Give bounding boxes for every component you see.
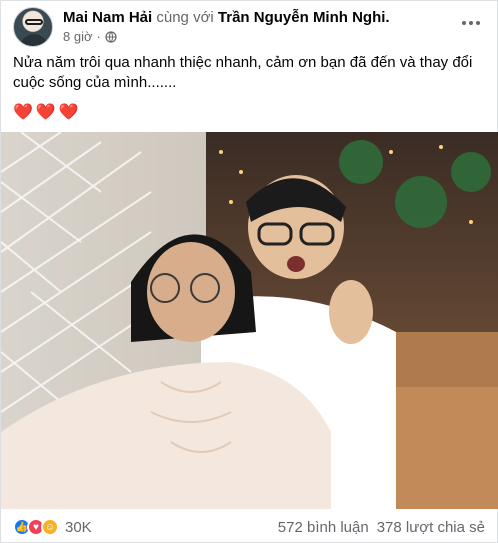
author-line: Mai Nam Hải cùng với Trần Nguyễn Minh Ng… — [63, 9, 390, 26]
avatar-shirt — [20, 34, 48, 46]
post-text: Nửa năm trôi qua nhanh thiệc nhanh, cảm … — [13, 54, 473, 91]
post-meta: 8 giờ · — [63, 29, 117, 45]
author-name[interactable]: Mai Nam Hải — [63, 9, 152, 26]
post-stats: 572 bình luận 378 lượt chia sẻ — [278, 519, 485, 536]
comment-count[interactable]: 572 bình luận — [278, 519, 369, 536]
tagged-name[interactable]: Trần Nguyễn Minh Nghi — [218, 9, 386, 26]
post-card: Mai Nam Hải cùng với Trần Nguyễn Minh Ng… — [0, 0, 498, 543]
post-time[interactable]: 8 giờ — [63, 29, 93, 45]
haha-icon: ☺ — [41, 518, 59, 536]
heart-emojis: ❤️❤️❤️ — [13, 104, 82, 121]
post-footer: 👍 ♥ ☺ 30K 572 bình luận 378 lượt chia sẻ — [13, 515, 485, 539]
reaction-count: 30K — [65, 518, 92, 536]
post-photo[interactable] — [1, 132, 498, 509]
author-avatar[interactable] — [13, 7, 53, 47]
globe-icon — [105, 31, 117, 43]
reaction-summary[interactable]: 👍 ♥ ☺ 30K — [13, 518, 92, 536]
share-count[interactable]: 378 lượt chia sẻ — [377, 519, 485, 536]
avatar-glasses — [25, 19, 43, 25]
more-options-icon[interactable] — [459, 13, 483, 33]
selfie-illustration — [1, 132, 498, 509]
post-header: Mai Nam Hải cùng với Trần Nguyễn Minh Ng… — [13, 7, 485, 47]
with-word: cùng với — [156, 9, 214, 26]
